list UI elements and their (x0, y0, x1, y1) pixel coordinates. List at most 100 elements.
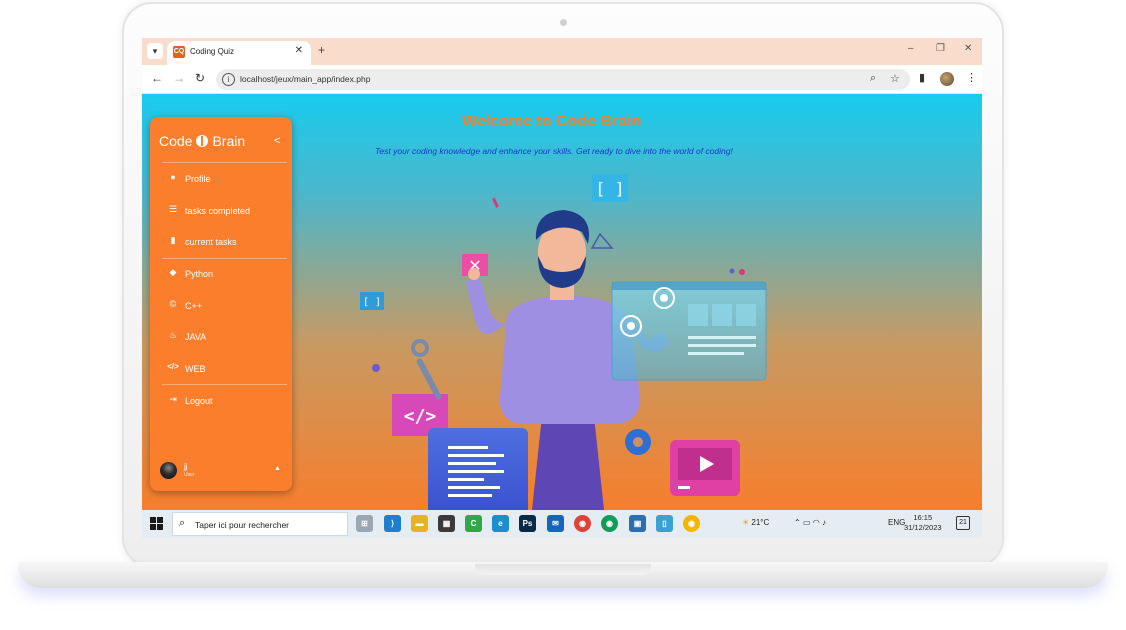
tab-close-icon[interactable]: ✕ (295, 45, 303, 56)
code-icon: </> (167, 362, 179, 371)
store-icon[interactable]: ▦ (438, 515, 455, 532)
small-bracket-badge: [ ] (360, 292, 384, 310)
brand-logo[interactable]: Code Brain (159, 133, 245, 149)
user-dropdown[interactable]: jj User ▲ (160, 460, 285, 484)
menu-label: JAVA (185, 332, 207, 342)
maximize-button[interactable]: ❐ (936, 43, 945, 54)
language-indicator[interactable]: ENG (888, 518, 905, 527)
dot-decor (739, 269, 745, 275)
video-play-card (670, 440, 740, 496)
menu-label: current tasks (185, 237, 237, 247)
brand-text-left: Code (159, 133, 193, 149)
windows-start-icon[interactable] (150, 517, 163, 530)
notepad-icon[interactable]: ▯ (656, 515, 673, 532)
web-page: Code Brain < ● Profile ☰ tasks completed … (142, 94, 982, 510)
address-bar[interactable]: i localhost/jeux/main_app/index.php ⌕ ☆ (216, 69, 910, 90)
svg-text:</>: </> (404, 406, 437, 427)
tab-title: Coding Quiz (190, 47, 235, 56)
menu-item-python[interactable]: ◆ Python (162, 264, 287, 286)
brand-text-right: Brain (212, 133, 246, 149)
photoshop-icon[interactable]: Ps (519, 515, 536, 532)
close-window-button[interactable]: ✕ (964, 43, 972, 54)
forward-icon[interactable]: → (173, 71, 185, 85)
edge-icon[interactable]: e (492, 515, 509, 532)
volume-icon[interactable]: ♪ (822, 518, 826, 527)
remote-desktop-icon[interactable]: ▣ (629, 515, 646, 532)
dot-decor (729, 268, 735, 274)
windows-taskbar: ⌕ Taper ici pour rechercher ⊞ ⟩ ▬ ▦ C e … (142, 510, 982, 538)
brain-icon (196, 135, 209, 147)
triangle-decor (590, 232, 614, 249)
browser-toolbar: ← → ↻ i localhost/jeux/main_app/index.ph… (142, 65, 982, 94)
zoom-icon[interactable]: ⌕ (870, 72, 876, 85)
laptop-base-notch (475, 564, 651, 575)
caret-up-icon: ▲ (274, 465, 281, 472)
clock-time: 16:15 (913, 513, 933, 522)
chrome-icon[interactable]: ◉ (574, 515, 591, 532)
notification-center-icon[interactable]: 21 (956, 516, 970, 530)
side-panel-icon[interactable]: ▮ (919, 71, 925, 84)
menu-item-cpp[interactable]: © C++ (162, 296, 287, 318)
menu-label: tasks completed (185, 206, 251, 216)
menu-item-java[interactable]: ♨ JAVA (162, 327, 287, 349)
vscode-icon[interactable]: ⟩ (384, 515, 401, 532)
java-icon: ♨ (168, 330, 178, 340)
clipboard-icon: ▮ (170, 235, 176, 245)
menu-label: Logout (185, 396, 213, 406)
page-subtitle: Test your coding knowledge and enhance y… (375, 146, 733, 156)
task-view-icon[interactable]: ⊞ (356, 515, 373, 532)
menu-label: WEB (185, 364, 206, 374)
search-icon: ⌕ (179, 517, 186, 529)
divider (162, 258, 287, 259)
menu-label: C++ (185, 301, 203, 311)
menu-item-current-tasks[interactable]: ▮ current tasks (162, 232, 287, 254)
browser-tab-strip: ▾ CQ Coding Quiz ✕ + – ❐ ✕ (142, 38, 982, 65)
sidebar: Code Brain < ● Profile ☰ tasks completed … (150, 117, 292, 491)
back-icon[interactable]: ← (151, 71, 163, 85)
more-menu-icon[interactable]: ⋮ (966, 71, 977, 84)
wrench-icon (411, 339, 442, 400)
favicon-icon: CQ (173, 46, 185, 58)
new-tab-button[interactable]: + (318, 43, 325, 57)
python-icon: ◆ (169, 267, 177, 277)
menu-item-profile[interactable]: ● Profile (162, 169, 287, 191)
taskbar-clock[interactable]: 16:15 31/12/2023 (904, 513, 942, 533)
tray-icons[interactable]: ⌃ ▭ ◠ ♪ (794, 518, 826, 527)
chevron-up-icon[interactable]: ⌃ (794, 518, 801, 527)
tab-search-button[interactable]: ▾ (147, 43, 163, 59)
menu-item-tasks-completed[interactable]: ☰ tasks completed (162, 201, 287, 223)
divider (162, 162, 287, 163)
taskbar-search-box[interactable]: ⌕ Taper ici pour rechercher (172, 512, 348, 536)
battery-icon[interactable]: ▭ (803, 518, 811, 527)
minimize-button[interactable]: – (908, 43, 914, 54)
svg-text:[ ]: [ ] (363, 297, 381, 308)
menu-item-web[interactable]: </> WEB (162, 359, 287, 381)
browser-tab[interactable]: CQ Coding Quiz ✕ (167, 41, 311, 65)
list-icon: ☰ (168, 204, 178, 214)
reload-icon[interactable]: ↻ (195, 71, 205, 85)
menu-label: Profile (185, 174, 211, 184)
user-icon: ● (170, 172, 176, 182)
clock-date: 31/12/2023 (904, 523, 942, 532)
camtasia-icon[interactable]: C (465, 515, 482, 532)
weather-widget[interactable]: ☀ 21°C (742, 518, 769, 527)
menu-item-logout[interactable]: ⇥ Logout (162, 391, 287, 413)
wifi-icon[interactable]: ◠ (813, 518, 820, 527)
chrome-alt-icon[interactable]: ◉ (683, 515, 700, 532)
gear-icon (625, 429, 651, 455)
collapse-sidebar-icon[interactable]: < (274, 135, 280, 147)
holographic-screen (611, 281, 767, 381)
bookmark-star-icon[interactable]: ☆ (890, 72, 900, 85)
profile-avatar[interactable] (940, 72, 954, 86)
file-explorer-icon[interactable]: ▬ (411, 515, 428, 532)
chrome-profile-icon[interactable]: ◉ (601, 515, 618, 532)
mail-icon[interactable]: ✉ (547, 515, 564, 532)
search-placeholder: Taper ici pour rechercher (195, 520, 290, 530)
url-text: localhost/jeux/main_app/index.php (240, 74, 371, 84)
menu-label: Python (185, 269, 214, 279)
site-info-icon[interactable]: i (222, 73, 235, 86)
divider (162, 384, 287, 385)
screen: ▾ CQ Coding Quiz ✕ + – ❐ ✕ ← → ↻ i local… (142, 38, 982, 538)
weather-icon: ☀ (742, 518, 750, 527)
user-avatar (160, 462, 177, 479)
